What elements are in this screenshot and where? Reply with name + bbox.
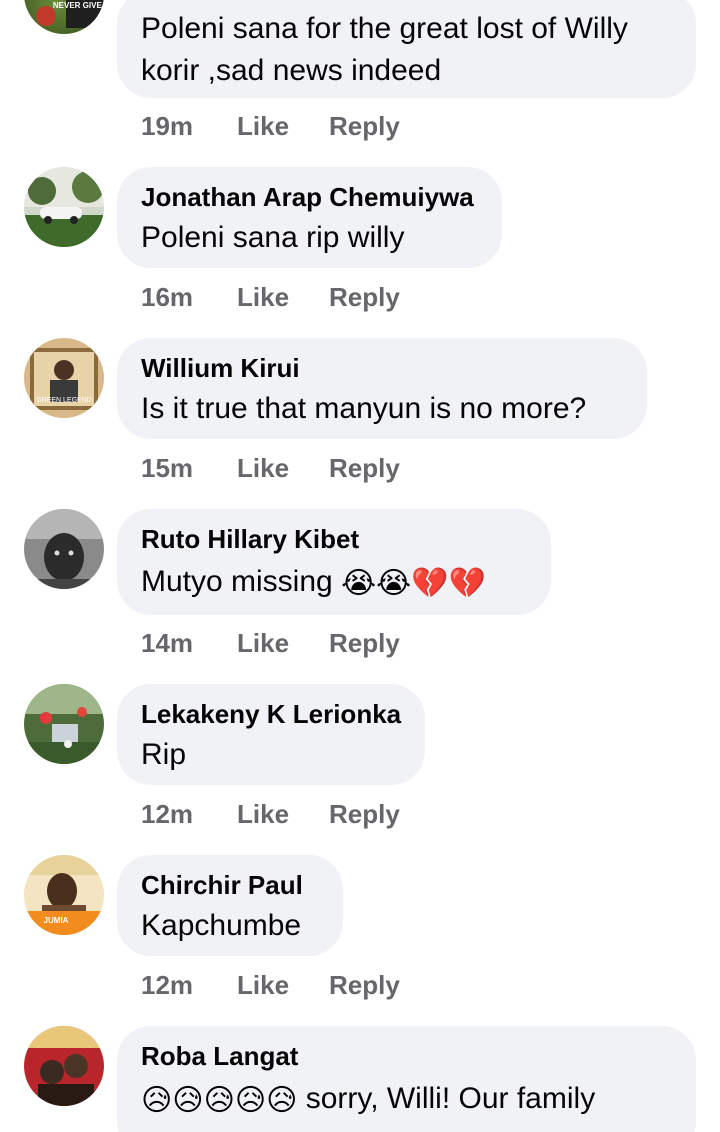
comment-actions: 12m Like Reply <box>141 969 400 1001</box>
comment-bubble[interactable]: Ruto Hillary Kibet Mutyo missing 😭😭💔💔 <box>117 509 551 615</box>
broken-heart-emoji: 💔 <box>411 566 449 601</box>
comment-text: sorry, Willi! Our family <box>305 1082 596 1115</box>
reply-button[interactable]: Reply <box>329 111 400 142</box>
comment-timestamp: 15m <box>141 452 194 483</box>
avatar-image <box>24 509 104 589</box>
comment-timestamp: 12m <box>141 969 194 1000</box>
comment-text-line: Kapchumbe <box>141 909 302 942</box>
like-button[interactable]: Like <box>237 111 329 142</box>
avatar-image <box>24 1026 104 1106</box>
avatar-image: GREEN LEGEND <box>24 338 104 418</box>
sad-face-emoji: 😥 <box>172 1083 204 1118</box>
comment-timestamp: 16m <box>141 281 194 312</box>
like-button[interactable]: Like <box>237 282 329 313</box>
comment-bubble[interactable]: Roba Langat 😥😥😥😥😥 sorry, Willi! Our fami… <box>117 1026 696 1132</box>
comment-author[interactable]: Roba Langat <box>141 1040 672 1072</box>
comment-author[interactable]: Ruto Hillary Kibet <box>141 523 527 555</box>
comment-actions: 19m Like Reply <box>141 110 400 142</box>
comment-bubble[interactable]: Chirchir Paul Kapchumbe <box>117 855 343 956</box>
comment-text-line: Rip <box>141 738 187 771</box>
comment-bubble[interactable]: Jonathan Arap Chemuiywa Poleni sana rip … <box>117 167 502 268</box>
avatar[interactable]: NEVER GIVE UP <box>24 0 104 34</box>
like-button[interactable]: Like <box>237 453 329 484</box>
avatar-image: JUMIA <box>24 855 104 935</box>
sad-face-emoji: 😥 <box>203 1083 235 1118</box>
reply-button[interactable]: Reply <box>329 799 400 830</box>
comment-author[interactable]: Lekakeny K Lerionka <box>141 698 401 730</box>
comment-text-line: Poleni sana rip willy <box>141 221 405 254</box>
comment-text: Mutyo missing <box>141 565 333 598</box>
reply-button[interactable]: Reply <box>329 970 400 1001</box>
avatar-caption: NEVER GIVE UP <box>53 1 104 10</box>
avatar[interactable] <box>24 509 104 589</box>
like-button[interactable]: Like <box>237 628 329 659</box>
crying-face-emoji: 😭 <box>341 566 377 601</box>
avatar-caption: JUMIA <box>44 916 69 925</box>
reply-button[interactable]: Reply <box>329 282 400 313</box>
comment-text-line: 😥😥😥😥😥 sorry, Willi! Our family <box>141 1078 672 1120</box>
comment-bubble[interactable]: Lekakeny K Lerionka Rip <box>117 684 425 785</box>
like-button[interactable]: Like <box>237 970 329 1001</box>
comment-author[interactable]: Jonathan Arap Chemuiywa <box>141 181 478 213</box>
avatar[interactable] <box>24 684 104 764</box>
avatar-image <box>24 167 104 247</box>
comment-text-line: Mutyo missing 😭😭💔💔 <box>141 561 527 603</box>
reply-button[interactable]: Reply <box>329 453 400 484</box>
avatar[interactable]: JUMIA <box>24 855 104 935</box>
avatar-caption: GREEN LEGEND <box>36 397 92 404</box>
comment-actions: 16m Like Reply <box>141 281 400 313</box>
avatar[interactable]: GREEN LEGEND <box>24 338 104 418</box>
avatar[interactable] <box>24 1026 104 1106</box>
avatar-image: NEVER GIVE UP <box>36 0 104 28</box>
comment-actions: 12m Like Reply <box>141 798 400 830</box>
sad-face-emoji: 😥 <box>266 1083 298 1118</box>
like-button[interactable]: Like <box>237 799 329 830</box>
comment-bubble[interactable]: Willium Kirui Is it true that manyun is … <box>117 338 647 439</box>
crying-face-emoji: 😭 <box>376 566 412 601</box>
comment-author[interactable]: Willium Kirui <box>141 352 623 384</box>
comment-timestamp: 19m <box>141 110 194 141</box>
avatar[interactable] <box>24 167 104 247</box>
reply-button[interactable]: Reply <box>329 628 400 659</box>
comment-bubble[interactable]: Poleni sana for the great lost of Willy … <box>117 0 696 98</box>
comment-author[interactable]: Chirchir Paul <box>141 869 319 901</box>
avatar-image <box>24 684 104 764</box>
sad-face-emoji: 😥 <box>141 1083 173 1118</box>
broken-heart-emoji: 💔 <box>448 566 486 601</box>
comment-text-line: Is it true that manyun is no more? <box>141 392 587 425</box>
comment-timestamp: 12m <box>141 798 194 829</box>
sad-face-emoji: 😥 <box>234 1083 267 1118</box>
comment-actions: 15m Like Reply <box>141 452 400 484</box>
comment-text-line: korir ,sad news indeed <box>141 54 442 87</box>
comment-text-line: Poleni sana for the great lost of Willy <box>141 12 628 45</box>
comment-actions: 14m Like Reply <box>141 627 400 659</box>
comment-timestamp: 14m <box>141 627 194 658</box>
